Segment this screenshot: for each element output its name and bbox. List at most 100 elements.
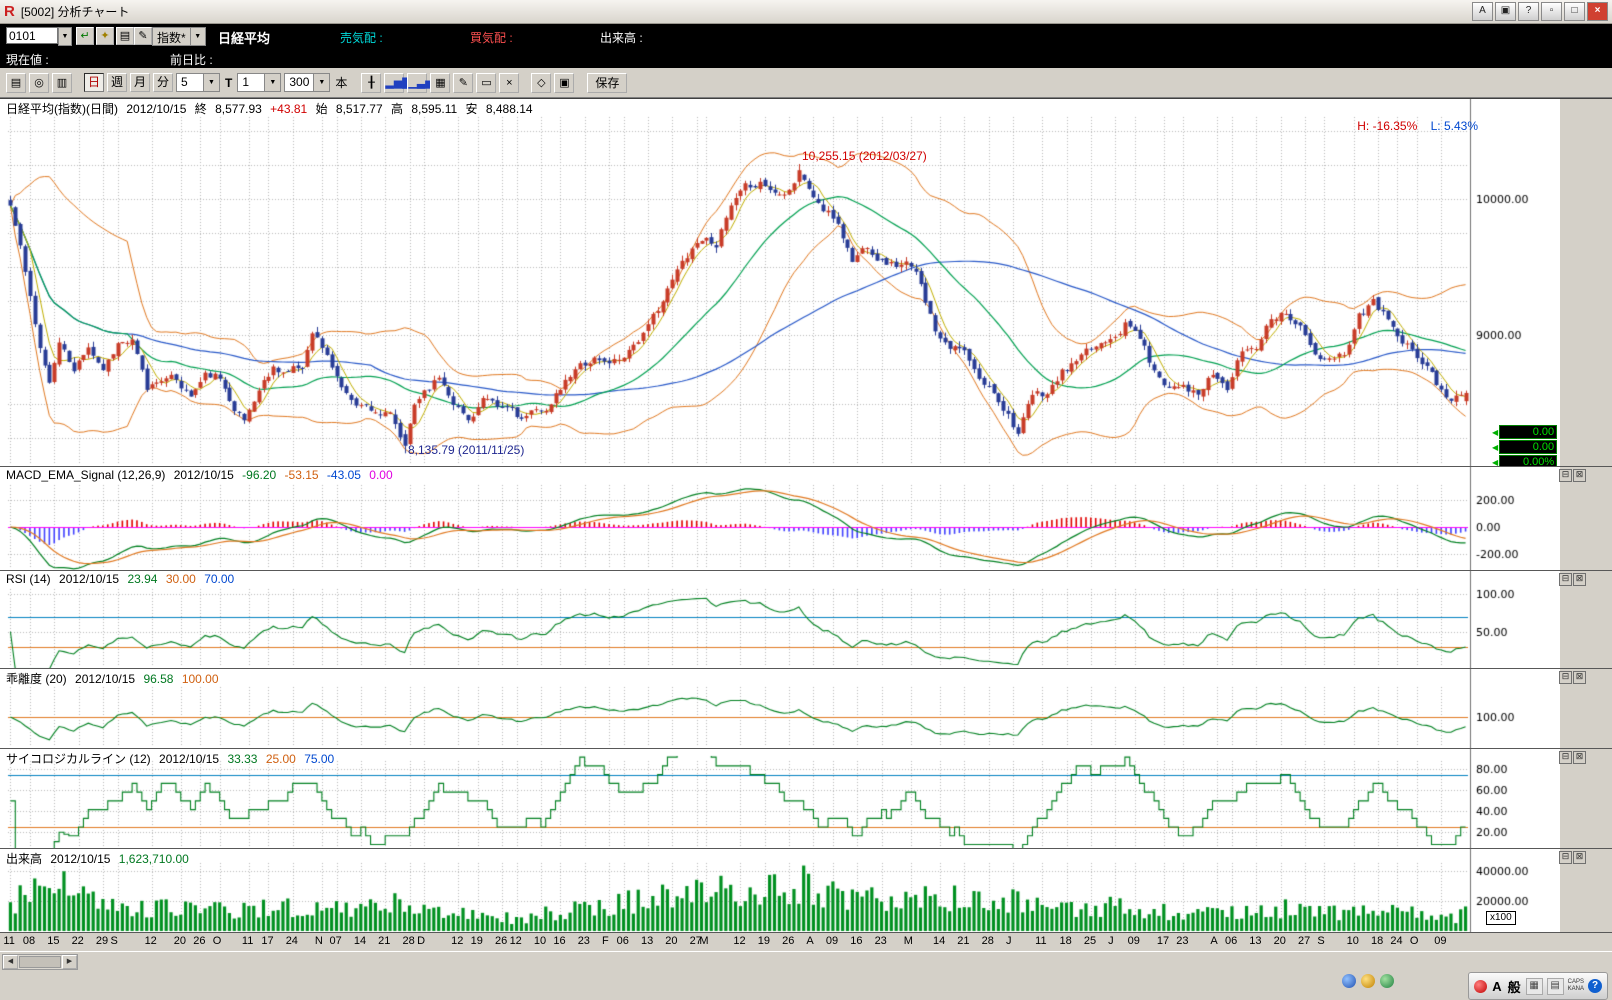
tray-icon[interactable]: [1342, 974, 1356, 988]
kana-indicator: KANA: [1568, 986, 1584, 993]
tick-interval-select[interactable]: 1 ▼: [237, 73, 281, 92]
zoom-icon[interactable]: ◎: [29, 73, 49, 93]
instrument-name: 日経平均: [218, 28, 270, 47]
system-tray: [1342, 974, 1394, 988]
macd-chart-canvas[interactable]: [0, 467, 1560, 571]
quote-box-2: 0.00: [1499, 440, 1557, 454]
panel-minimize-button[interactable]: ⊟: [1559, 573, 1572, 586]
psych-date: 2012/10/15: [159, 752, 219, 766]
scrollbar-thumb[interactable]: [19, 956, 61, 968]
kairi-value: 96.58: [143, 672, 173, 686]
period-month-button[interactable]: 月: [130, 73, 150, 92]
memo-icon[interactable]: ▤: [116, 27, 134, 45]
low-percent: L: 5.43%: [1431, 119, 1478, 133]
period-week-button[interactable]: 週: [107, 73, 127, 92]
ime-pad-icon[interactable]: ▤: [1547, 978, 1564, 995]
scroll-right-icon[interactable]: ▶: [62, 955, 77, 969]
high-value: 8,595.11: [411, 102, 457, 116]
panel-minimize-button[interactable]: ⊟: [1559, 751, 1572, 764]
period-minute-button[interactable]: 分: [153, 73, 173, 92]
x-axis-label: 23: [578, 935, 590, 947]
ime-conversion-mode-button[interactable]: 般: [1507, 977, 1522, 996]
close-button[interactable]: ×: [1587, 2, 1608, 21]
change-label: 前日比 :: [170, 51, 213, 68]
tray-icon[interactable]: [1361, 974, 1375, 988]
copy-window-icon[interactable]: ▣: [1495, 2, 1516, 21]
volume-chart-canvas[interactable]: [0, 849, 1560, 933]
save-button[interactable]: 保存: [587, 73, 627, 93]
draw-line-icon[interactable]: ✎: [453, 73, 473, 93]
ime-input-mode-button[interactable]: A: [1491, 979, 1502, 994]
font-size-button[interactable]: A: [1472, 2, 1493, 21]
x-axis-label: 18: [1371, 935, 1383, 947]
print-icon[interactable]: ▤: [6, 73, 26, 93]
minute-interval-value: 5: [177, 74, 203, 91]
quote-value-boxes: ◀ 0.00 ◀ 0.00 ◀ 0.00%: [1492, 425, 1557, 467]
key-icon[interactable]: ✦: [96, 27, 114, 45]
x-axis-label: 26: [495, 935, 507, 947]
x-axis-label: A: [806, 935, 813, 947]
eraser-icon[interactable]: ▭: [476, 73, 496, 93]
grid-icon[interactable]: ▦: [430, 73, 450, 93]
layout-icon[interactable]: ◇: [531, 73, 551, 93]
peak-annotation: 10,255.15 (2012/03/27): [802, 149, 927, 163]
tray-icon[interactable]: [1380, 974, 1394, 988]
panel-minimize-button[interactable]: ⊟: [1559, 851, 1572, 864]
rsi-high-level: 70.00: [204, 572, 234, 586]
x-axis-label: O: [1410, 935, 1419, 947]
x-axis-label: 12: [451, 935, 463, 947]
x-axis-label: 21: [378, 935, 390, 947]
minimize-button[interactable]: ▫: [1541, 2, 1562, 21]
panel-maximize-button[interactable]: ⊠: [1573, 469, 1586, 482]
minute-interval-select[interactable]: 5 ▼: [176, 73, 220, 92]
enter-code-icon[interactable]: ↵: [76, 27, 94, 45]
ime-tools-icon[interactable]: ▦: [1526, 978, 1543, 995]
indicator-chart-icon[interactable]: ▁▃▅: [407, 73, 427, 93]
x-axis-label: 24: [286, 935, 298, 947]
tick-mode-button[interactable]: T: [223, 76, 234, 90]
restore-button[interactable]: □: [1564, 2, 1585, 21]
close-value: 8,577.93: [215, 102, 262, 116]
rsi-value: 23.94: [127, 572, 157, 586]
edit-icon[interactable]: ✎: [134, 27, 152, 45]
panel-minimize-button[interactable]: ⊟: [1559, 469, 1572, 482]
period-day-button[interactable]: 日: [84, 73, 104, 92]
app-window: R [5002] 分析チャート A ▣ ? ▫ □ × ▼ ↵ ✦ ▤ ✎ 指数…: [0, 0, 1612, 1000]
price-chart-canvas[interactable]: [0, 99, 1560, 467]
panel-maximize-button[interactable]: ⊠: [1573, 671, 1586, 684]
panel-maximize-button[interactable]: ⊠: [1573, 851, 1586, 864]
low-label: 安: [466, 102, 478, 116]
horizontal-scrollbar[interactable]: ◀ ▶: [2, 954, 78, 970]
current-price-label: 現在値 :: [6, 51, 49, 68]
x-axis-label: 06: [1225, 935, 1237, 947]
scroll-left-icon[interactable]: ◀: [3, 955, 18, 969]
code-dropdown-icon[interactable]: ▼: [58, 27, 72, 46]
category-select[interactable]: 指数* ▼: [152, 27, 206, 46]
tick-interval-value: 1: [238, 74, 264, 91]
panel-minimize-button[interactable]: ⊟: [1559, 671, 1572, 684]
high-low-percent: H: -16.35% L: 5.43%: [1347, 119, 1478, 133]
candlestick-chart-icon[interactable]: ╂: [361, 73, 381, 93]
copy-page-icon[interactable]: ▣: [554, 73, 574, 93]
help-button[interactable]: ?: [1518, 2, 1539, 21]
new-page-icon[interactable]: ▥: [52, 73, 72, 93]
macd-value: -96.20: [242, 468, 276, 482]
kairi-panel-header: 乖離度 (20) 2012/10/15 96.58 100.00: [6, 670, 224, 687]
delete-drawing-icon[interactable]: ×: [499, 73, 519, 93]
panel-maximize-button[interactable]: ⊠: [1573, 751, 1586, 764]
volume-unit-badge: x100: [1486, 911, 1516, 925]
ime-help-icon[interactable]: ?: [1588, 979, 1602, 993]
bar-chart-icon[interactable]: ▂▅▇: [384, 73, 404, 93]
stock-code-input[interactable]: [6, 27, 58, 44]
quote-bar: ▼ ↵ ✦ ▤ ✎ 指数* ▼ 日経平均 売気配 : 買気配 : 出来高 :: [0, 24, 1612, 49]
psych-low-level: 25.00: [266, 752, 296, 766]
psychological-panel: サイコロジカルライン (12) 2012/10/15 33.33 25.00 7…: [0, 749, 1612, 849]
chart-toolbar: ▤ ◎ ▥ 日 週 月 分 5 ▼ T 1 ▼ 300 ▼ 本 ╂ ▂▅▇ ▁▃…: [0, 68, 1612, 98]
ime-locale-icon[interactable]: [1474, 980, 1487, 993]
panel-maximize-button[interactable]: ⊠: [1573, 573, 1586, 586]
x-axis-label: M: [699, 935, 708, 947]
kairi-chart-canvas[interactable]: [0, 669, 1560, 749]
kairi-date: 2012/10/15: [75, 672, 135, 686]
quote-box-3: 0.00%: [1499, 455, 1557, 467]
bar-count-select[interactable]: 300 ▼: [284, 73, 330, 92]
